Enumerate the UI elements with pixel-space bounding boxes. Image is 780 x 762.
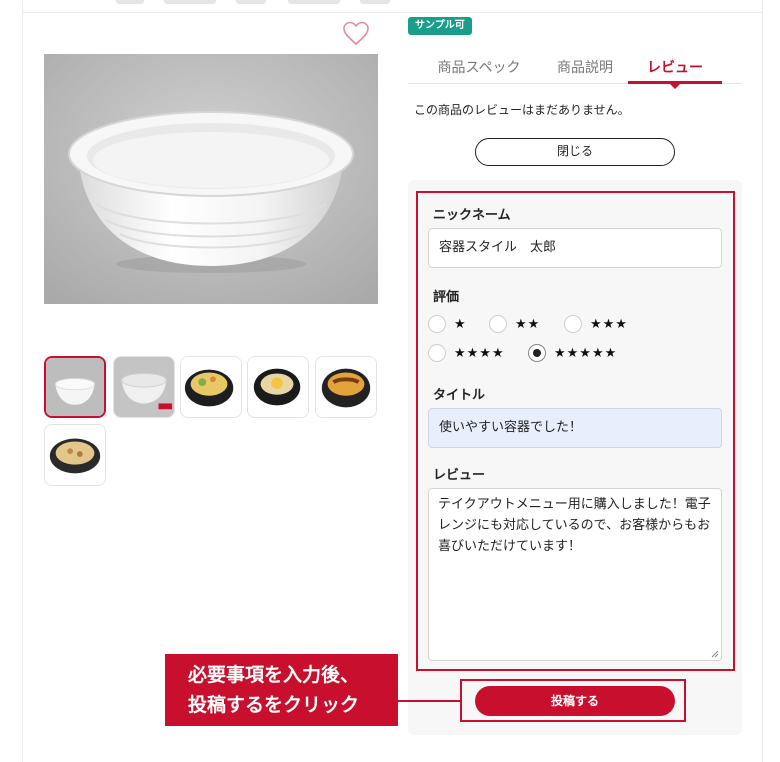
close-button[interactable]: 閉じる: [475, 138, 675, 166]
rating-stars-4: ★★★★: [454, 345, 505, 361]
rating-option-3[interactable]: ★★★: [564, 314, 628, 334]
thumbnail-3[interactable]: [180, 356, 242, 418]
rating-radio-2[interactable]: [489, 315, 507, 333]
rating-stars-3: ★★★: [590, 316, 628, 332]
review-line-3: 喜びいただけています！: [438, 539, 582, 554]
instruction-callout: 必要事項を入力後、 投稿するをクリック: [165, 654, 398, 726]
review-textarea[interactable]: テイクアウトメニュー用に購入しました！電子 レンジにも対応しているので、お客様か…: [428, 488, 722, 661]
callout-line-2: 投稿するをクリック: [188, 694, 360, 716]
rating-option-2[interactable]: ★★: [489, 314, 540, 334]
callout-line-1: 必要事項を入力後、: [188, 664, 360, 686]
rating-label: 評価: [433, 290, 460, 305]
rating-radio-5[interactable]: [528, 344, 546, 362]
favorite-heart-icon[interactable]: [342, 20, 370, 46]
page-border-left: [22, 0, 23, 762]
rating-stars-2: ★★: [515, 316, 541, 332]
active-tab-caret: [669, 83, 681, 89]
nickname-input[interactable]: 容器スタイル 太郎: [428, 228, 722, 268]
rating-stars-1: ★: [454, 316, 467, 332]
rating-option-5[interactable]: ★★★★★: [528, 343, 617, 363]
main-product-image: [44, 54, 378, 304]
rating-radio-4[interactable]: [428, 344, 446, 362]
rating-row-2: ★★★★ ★★★★★: [428, 343, 722, 363]
rating-option-1[interactable]: ★: [428, 314, 467, 334]
nickname-label: ニックネーム: [433, 208, 511, 223]
product-tabs: 商品スペック 商品説明 レビュー: [408, 56, 742, 84]
review-label: レビュー: [433, 468, 486, 483]
page-border-right: [762, 0, 763, 762]
page-border-top: [22, 12, 762, 13]
review-line-1: テイクアウトメニュー用に購入しました！電子: [438, 497, 711, 512]
rating-stars-5: ★★★★★: [554, 345, 618, 361]
callout-connector: [398, 700, 460, 702]
rating-radio-1[interactable]: [428, 315, 446, 333]
thumbnail-5[interactable]: [315, 356, 377, 418]
thumbnail-6[interactable]: [44, 424, 106, 486]
review-line-2: レンジにも対応しているので、お客様からもお: [438, 518, 711, 533]
tab-spec[interactable]: 商品スペック: [418, 56, 540, 84]
thumbnail-2[interactable]: [113, 356, 175, 418]
no-review-message: この商品のレビューはまだありません。: [414, 103, 630, 117]
rating-radio-3[interactable]: [564, 315, 582, 333]
sample-available-badge: サンプル可: [408, 17, 472, 35]
title-label: タイトル: [433, 388, 486, 403]
rating-row-1: ★ ★★ ★★★: [428, 314, 722, 334]
rating-option-4[interactable]: ★★★★: [428, 343, 505, 363]
thumbnail-1[interactable]: [44, 356, 106, 418]
submit-button[interactable]: 投稿する: [475, 686, 675, 716]
tab-review[interactable]: レビュー: [628, 56, 722, 84]
thumbnail-4[interactable]: [247, 356, 309, 418]
tab-description[interactable]: 商品説明: [540, 56, 630, 84]
title-input[interactable]: 使いやすい容器でした！: [428, 408, 722, 448]
resize-grip-icon[interactable]: [711, 650, 719, 658]
